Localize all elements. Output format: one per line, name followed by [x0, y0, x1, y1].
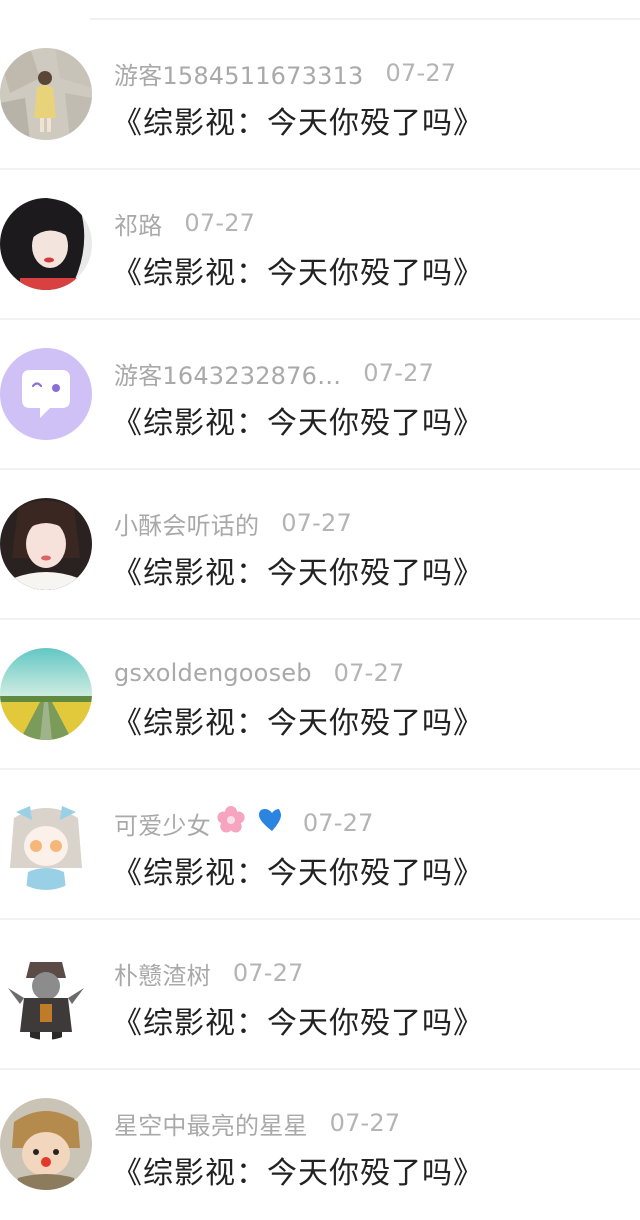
- username[interactable]: 游客1643232876…: [114, 356, 341, 391]
- username[interactable]: gsxoldengooseb: [114, 659, 312, 687]
- avatar[interactable]: [0, 948, 92, 1040]
- book-title[interactable]: 《综影视：今天你殁了吗》: [112, 698, 484, 742]
- flower-heart-icon: [217, 806, 281, 833]
- list-item[interactable]: 游客1643232876… 07-27 《综影视：今天你殁了吗》: [0, 320, 640, 470]
- list-item[interactable]: 游客1584511673313 07-27 《综影视：今天你殁了吗》: [0, 20, 640, 170]
- comment-date: 07-27: [329, 1109, 401, 1137]
- book-title[interactable]: 《综影视：今天你殁了吗》: [112, 248, 484, 292]
- list-item[interactable]: 小酥会听话的 07-27 《综影视：今天你殁了吗》: [0, 470, 640, 620]
- avatar[interactable]: [0, 648, 92, 740]
- username[interactable]: 小酥会听话的: [114, 506, 259, 541]
- username[interactable]: 可爱少女: [114, 806, 211, 841]
- username[interactable]: 星空中最亮的星星: [114, 1106, 308, 1141]
- username[interactable]: 祁路: [114, 206, 162, 241]
- book-title[interactable]: 《综影视：今天你殁了吗》: [112, 998, 484, 1042]
- comment-date: 07-27: [302, 809, 374, 837]
- comment-date: 07-27: [385, 59, 457, 87]
- list-item[interactable]: 星空中最亮的星星 07-27 《综影视：今天你殁了吗》: [0, 1070, 640, 1220]
- list-item[interactable]: 朴戆渣树 07-27 《综影视：今天你殁了吗》: [0, 920, 640, 1070]
- username-emoji: [215, 805, 281, 841]
- book-title[interactable]: 《综影视：今天你殁了吗》: [112, 98, 484, 142]
- comment-date: 07-27: [333, 659, 405, 687]
- list-item[interactable]: 祁路 07-27 《综影视：今天你殁了吗》: [0, 170, 640, 320]
- avatar[interactable]: [0, 48, 92, 140]
- avatar[interactable]: [0, 1098, 92, 1190]
- username[interactable]: 朴戆渣树: [114, 956, 211, 991]
- list-item[interactable]: gsxoldengooseb 07-27 《综影视：今天你殁了吗》: [0, 620, 640, 770]
- book-title[interactable]: 《综影视：今天你殁了吗》: [112, 848, 484, 892]
- comment-date: 07-27: [363, 359, 435, 387]
- comment-date: 07-27: [184, 209, 256, 237]
- username[interactable]: 游客1584511673313: [114, 56, 364, 91]
- avatar[interactable]: [0, 798, 92, 890]
- book-title[interactable]: 《综影视：今天你殁了吗》: [112, 398, 484, 442]
- comment-date: 07-27: [232, 959, 304, 987]
- list-item[interactable]: 可爱少女 07-27 《综影视：今天你殁了吗》: [0, 770, 640, 920]
- book-title[interactable]: 《综影视：今天你殁了吗》: [112, 548, 484, 592]
- comment-list: 游客1584511673313 07-27 《综影视：今天你殁了吗》 祁路 07…: [0, 20, 640, 1220]
- avatar[interactable]: [0, 198, 92, 290]
- avatar[interactable]: [0, 348, 92, 440]
- book-title[interactable]: 《综影视：今天你殁了吗》: [112, 1148, 484, 1192]
- comment-date: 07-27: [281, 509, 352, 537]
- avatar[interactable]: [0, 498, 92, 590]
